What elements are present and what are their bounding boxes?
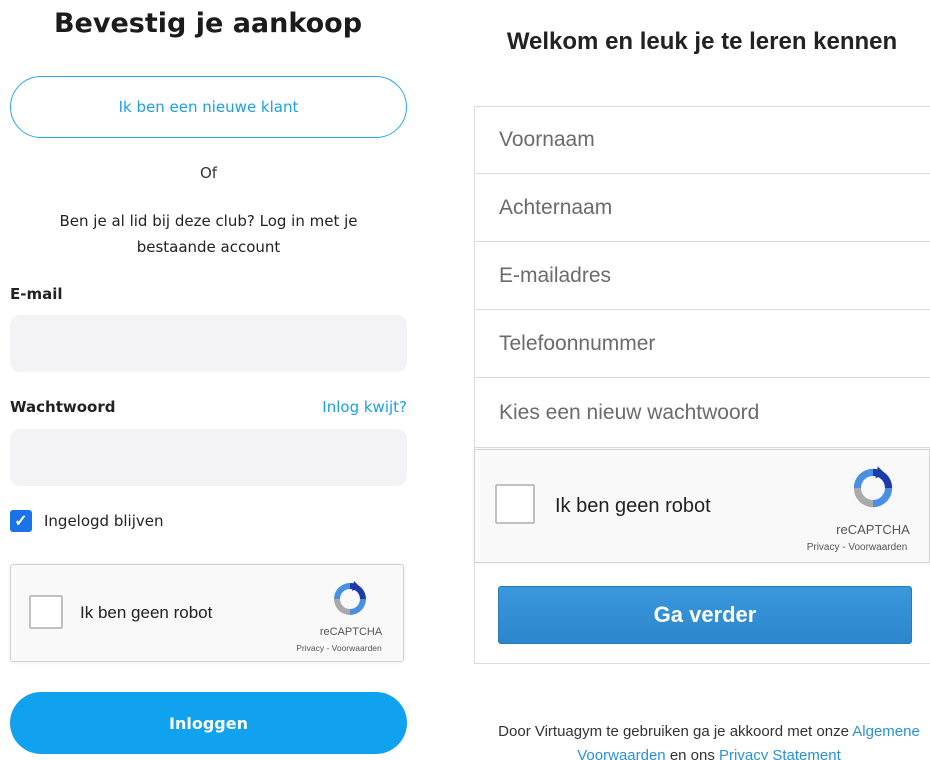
email-field[interactable] bbox=[10, 315, 407, 372]
signup-recaptcha-label: Ik ben geen robot bbox=[555, 495, 711, 517]
signup-recaptcha-logo-icon bbox=[853, 466, 893, 508]
terms-middle: en ons bbox=[665, 747, 720, 760]
login-panel: Bevestig je aankoop Ik ben een nieuwe kl… bbox=[0, 0, 420, 760]
forgot-login-link[interactable]: Inlog kwijt? bbox=[322, 398, 407, 416]
recaptcha-widget: Ik ben geen robot reCAPTCHA Privacy - Vo… bbox=[10, 564, 404, 662]
signup-recaptcha-links[interactable]: Privacy - Voorwaarden bbox=[787, 542, 927, 553]
terms-prefix: Door Virtuagym te gebruiken ga je akkoor… bbox=[498, 723, 853, 740]
phone-field[interactable]: Telefoonnummer bbox=[474, 310, 930, 378]
signup-recaptcha-checkbox[interactable] bbox=[495, 484, 535, 524]
signup-recaptcha-brand: reCAPTCHA bbox=[836, 522, 910, 537]
recaptcha-logo-icon bbox=[334, 581, 366, 615]
password-field[interactable] bbox=[10, 429, 407, 486]
new-password-field[interactable]: Kies een nieuw wachtwoord bbox=[474, 378, 930, 448]
recaptcha-label: Ik ben geen robot bbox=[80, 603, 213, 622]
email-label: E-mail bbox=[10, 285, 63, 303]
firstname-field[interactable]: Voornaam bbox=[474, 106, 930, 174]
recaptcha-checkbox[interactable] bbox=[29, 595, 63, 629]
login-prompt: Ben je al lid bij deze club? Log in met … bbox=[59, 212, 358, 256]
or-separator: Of bbox=[199, 164, 218, 182]
signup-title: Welkom en leuk je te leren kennen bbox=[506, 28, 898, 55]
recaptcha-brand: reCAPTCHA bbox=[319, 626, 383, 638]
remember-me[interactable]: ✓ Ingelogd blijven bbox=[10, 510, 163, 532]
page-title: Bevestig je aankoop bbox=[53, 8, 363, 39]
terms-text: Door Virtuagym te gebruiken ga je akkoor… bbox=[474, 720, 930, 760]
continue-button[interactable]: Ga verder bbox=[498, 586, 912, 644]
email-address-field[interactable]: E-mailadres bbox=[474, 242, 930, 310]
remember-checkbox[interactable]: ✓ bbox=[10, 510, 32, 532]
new-client-button[interactable]: Ik ben een nieuwe klant bbox=[10, 76, 407, 138]
lastname-field[interactable]: Achternaam bbox=[474, 174, 930, 242]
signup-recaptcha-widget: Ik ben geen robot reCAPTCHA Privacy - Vo… bbox=[474, 449, 930, 563]
login-button[interactable]: Inloggen bbox=[10, 692, 407, 754]
terms-link-continued[interactable]: Voorwaarden bbox=[577, 747, 665, 760]
privacy-statement-link[interactable]: Privacy Statement bbox=[719, 747, 841, 760]
terms-link[interactable]: Algemene bbox=[852, 723, 920, 740]
recaptcha-links[interactable]: Privacy - Voorwaarden bbox=[283, 643, 395, 653]
password-label: Wachtwoord bbox=[10, 398, 116, 416]
remember-label: Ingelogd blijven bbox=[44, 512, 164, 530]
